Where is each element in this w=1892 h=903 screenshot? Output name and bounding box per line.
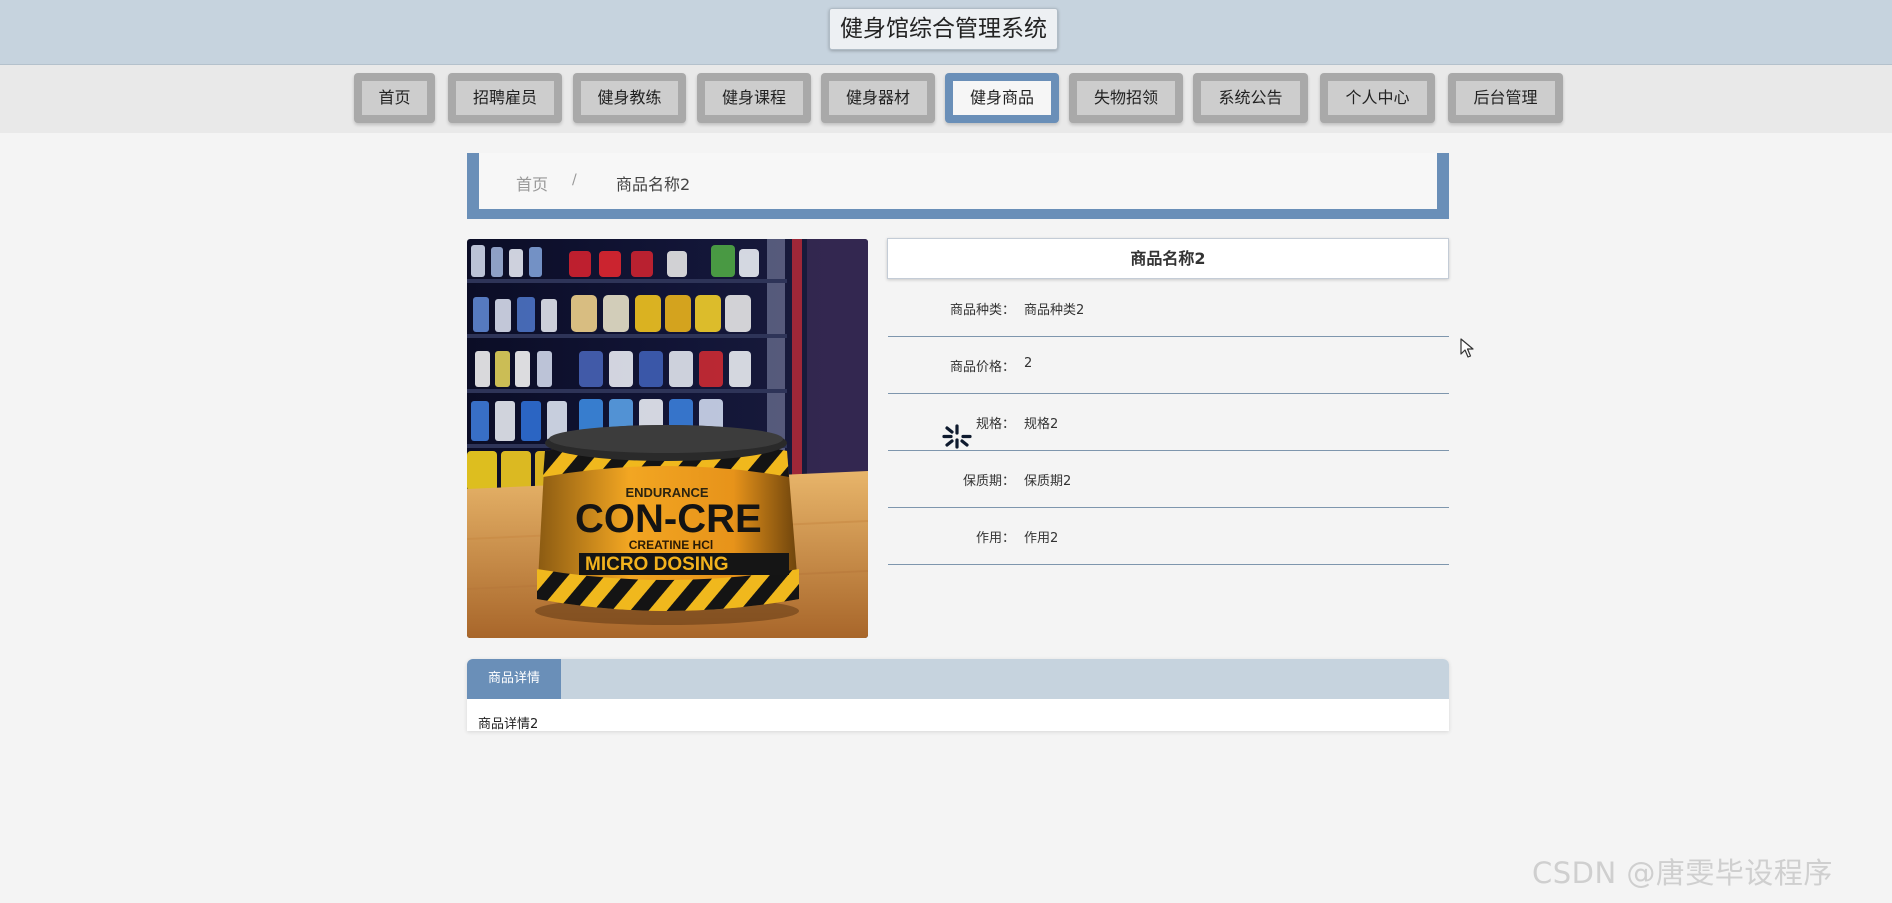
attribute-value: 作用2: [1024, 531, 1059, 546]
nav-label: 健身商品: [953, 81, 1051, 115]
attribute-label: 规格：: [975, 417, 1015, 432]
nav-recruit-employees[interactable]: 招聘雇员: [448, 73, 562, 123]
attribute-value: 商品种类2: [1024, 303, 1085, 318]
nav-label: 个人中心: [1328, 81, 1427, 115]
nav-admin[interactable]: 后台管理: [1448, 73, 1563, 123]
nav-fitness-equipment[interactable]: 健身器材: [821, 73, 935, 123]
site-title: 健身馆综合管理系统: [829, 8, 1058, 50]
nav-fitness-coaches[interactable]: 健身教练: [573, 73, 686, 123]
nav-label: 后台管理: [1456, 81, 1555, 115]
nav-label: 首页: [362, 81, 427, 115]
supplement-jar-photo: ENDURANCE CON-CRE CREATINE HCl MICRO DOS…: [467, 239, 868, 638]
attribute-value: 保质期2: [1024, 474, 1072, 489]
nav-label: 系统公告: [1201, 81, 1300, 115]
watermark: CSDN @唐雯毕设程序: [1532, 856, 1833, 890]
jar-subline-text: CREATINE HCl: [629, 538, 713, 552]
breadcrumb-separator: /: [572, 172, 577, 188]
attribute-label: 作用：: [975, 531, 1015, 546]
product-image: ENDURANCE CON-CRE CREATINE HCl MICRO DOS…: [467, 239, 868, 638]
nav-home[interactable]: 首页: [354, 73, 435, 123]
nav-label: 健身课程: [705, 81, 803, 115]
nav-label: 失物招领: [1077, 81, 1175, 115]
mouse-pointer-icon: [1460, 338, 1474, 362]
nav-fitness-courses[interactable]: 健身课程: [697, 73, 811, 123]
tab-product-detail[interactable]: 商品详情: [467, 659, 561, 699]
detail-header: [467, 659, 1449, 699]
attribute-row-category: 商品种类： 商品种类2: [888, 279, 1449, 337]
attribute-label: 商品价格：: [949, 360, 1015, 375]
product-detail-content: 商品详情2: [478, 717, 539, 731]
nav-label: 健身器材: [829, 81, 927, 115]
breadcrumb-current: 商品名称2: [616, 175, 691, 194]
spinner-icon: [939, 420, 975, 456]
attribute-row-price: 商品价格： 2: [888, 336, 1449, 394]
attribute-row-effect: 作用： 作用2: [888, 507, 1449, 565]
nav-personal-center[interactable]: 个人中心: [1320, 73, 1435, 123]
nav-label: 招聘雇员: [456, 81, 554, 115]
nav-system-announcements[interactable]: 系统公告: [1193, 73, 1308, 123]
attribute-label: 商品种类：: [949, 303, 1015, 318]
nav-fitness-products[interactable]: 健身商品: [945, 73, 1059, 123]
product-title: 商品名称2: [887, 238, 1449, 279]
attribute-value: 2: [1024, 356, 1033, 371]
jar-brand-text: CON-CRE: [575, 497, 762, 541]
product-detail-panel: 商品详情 商品详情2: [467, 659, 1449, 731]
attribute-value: 规格2: [1024, 417, 1059, 432]
attribute-row-shelf-life: 保质期： 保质期2: [888, 450, 1449, 508]
main-nav: 首页 招聘雇员 健身教练 健身课程 健身器材 健身商品 失物招领 系统公告 个人…: [0, 65, 1892, 133]
top-header: 健身馆综合管理系统: [0, 0, 1892, 65]
nav-label: 健身教练: [581, 81, 678, 115]
attribute-label: 保质期：: [962, 474, 1015, 489]
breadcrumb-home-link[interactable]: 首页: [516, 171, 548, 195]
nav-lost-and-found[interactable]: 失物招领: [1069, 73, 1183, 123]
jar-bottom-text: MICRO DOSING: [585, 554, 729, 575]
breadcrumb: 首页 / 商品名称2: [467, 153, 1449, 219]
